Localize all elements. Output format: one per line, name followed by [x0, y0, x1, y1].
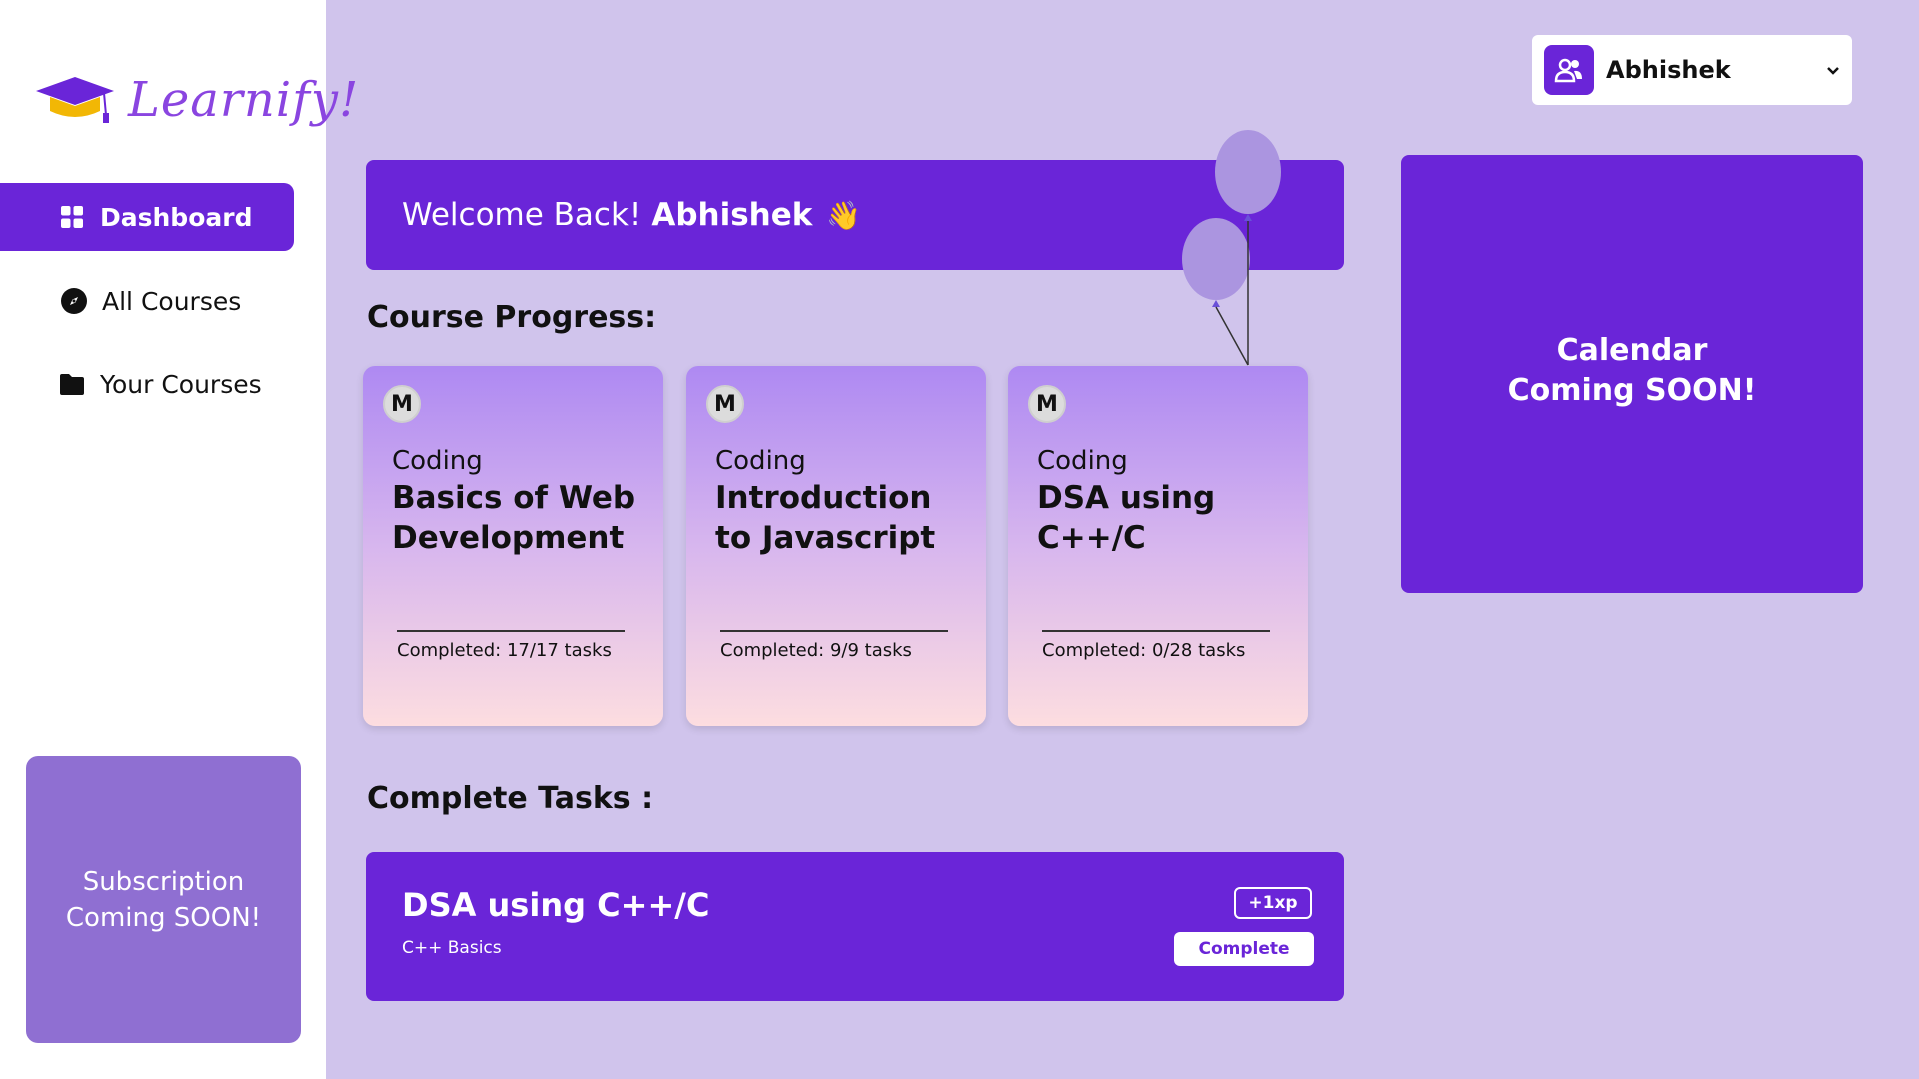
- waving-hand-icon: 👋: [826, 198, 862, 232]
- xp-badge: +1xp: [1234, 887, 1312, 919]
- sidebar-item-all-courses[interactable]: All Courses: [0, 267, 294, 335]
- course-title: DSA using C++/C: [1037, 480, 1216, 556]
- sidebar-item-label: All Courses: [102, 286, 242, 316]
- calendar-line1: Calendar: [1556, 333, 1708, 368]
- course-card[interactable]: M Coding Introduction to Javascript Comp…: [686, 366, 986, 726]
- sidebar: Learnify! Dashboard All Courses Your Cou…: [0, 0, 358, 1079]
- calendar-panel: Calendar Coming SOON!: [1401, 155, 1863, 593]
- sidebar-item-dashboard[interactable]: Dashboard: [0, 183, 294, 251]
- welcome-user-name: Abhishek: [651, 197, 813, 233]
- course-completed: Completed: 0/28 tasks: [1042, 640, 1246, 661]
- sidebar-item-label: Dashboard: [100, 202, 253, 232]
- course-badge: M: [383, 385, 421, 423]
- divider: [720, 630, 948, 632]
- course-category: Coding: [392, 446, 483, 476]
- complete-button[interactable]: Complete: [1174, 932, 1314, 966]
- subscription-card: Subscription Coming SOON!: [26, 756, 301, 1043]
- course-category: Coding: [715, 446, 806, 476]
- task-subtitle: C++ Basics: [402, 938, 502, 958]
- user-name: Abhishek: [1606, 56, 1731, 84]
- subscription-line2: Coming SOON!: [65, 902, 262, 933]
- course-card[interactable]: M Coding DSA using C++/C Completed: 0/28…: [1008, 366, 1308, 726]
- divider: [397, 630, 625, 632]
- balloons-icon: [1182, 130, 1281, 366]
- calendar-line2: Coming SOON!: [1507, 373, 1757, 408]
- course-badge: M: [706, 385, 744, 423]
- course-progress-title: Course Progress:: [367, 300, 657, 335]
- folder-icon: [58, 370, 86, 398]
- chevron-down-icon: [1826, 61, 1840, 80]
- divider: [1042, 630, 1270, 632]
- course-completed: Completed: 9/9 tasks: [720, 640, 912, 661]
- welcome-greeting: Welcome Back!: [402, 197, 642, 233]
- subscription-line1: Subscription: [82, 866, 245, 897]
- app-name: Learnify!: [128, 72, 360, 128]
- course-badge: M: [1028, 385, 1066, 423]
- user-dropdown[interactable]: Abhishek: [1532, 35, 1852, 105]
- course-title: Basics of Web Development: [392, 480, 636, 556]
- course-title: Introduction to Javascript: [715, 480, 936, 556]
- compass-icon: [60, 287, 88, 315]
- task-card: DSA using C++/C C++ Basics +1xp Complete: [366, 852, 1344, 1001]
- grid-icon: [58, 203, 86, 231]
- sidebar-item-label: Your Courses: [100, 369, 262, 399]
- course-category: Coding: [1037, 446, 1128, 476]
- task-title: DSA using C++/C: [402, 886, 710, 924]
- course-card[interactable]: M Coding Basics of Web Development Compl…: [363, 366, 663, 726]
- sidebar-item-your-courses[interactable]: Your Courses: [0, 350, 294, 418]
- logo[interactable]: Learnify!: [34, 72, 359, 128]
- users-icon: [1544, 45, 1594, 95]
- complete-tasks-title: Complete Tasks :: [367, 781, 654, 816]
- course-completed: Completed: 17/17 tasks: [397, 640, 612, 661]
- graduation-cap-icon: [36, 77, 114, 123]
